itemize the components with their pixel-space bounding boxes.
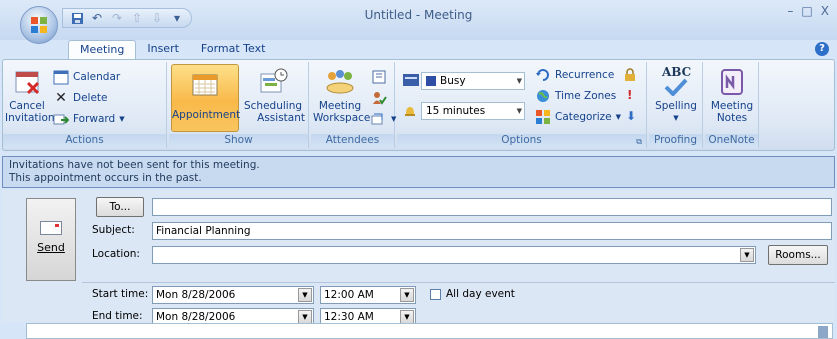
info-invitations-not-sent: Invitations have not been sent for this …	[9, 159, 260, 171]
end-time-dropdown-button[interactable]: ▼	[400, 310, 414, 324]
meeting-form: Send To... Subject: Financial Planning L…	[2, 190, 835, 326]
private-lock-icon[interactable]	[623, 68, 637, 82]
forward-button[interactable]: Forward ▼	[53, 110, 125, 128]
onenote-icon	[721, 69, 743, 95]
ribbon: Cancel Invitation Calendar ✕ Delete Forw…	[2, 59, 835, 151]
location-label: Location:	[92, 248, 140, 260]
location-field[interactable]: ▼	[152, 246, 756, 264]
maximize-button[interactable]: □	[801, 4, 812, 18]
info-occurs-in-past: This appointment occurs in the past.	[9, 172, 202, 184]
chevron-down-icon: ▼	[391, 115, 397, 123]
tab-format-text[interactable]: Format Text	[190, 40, 277, 60]
help-icon[interactable]: ?	[815, 42, 829, 56]
scheduling-assistant-icon	[260, 68, 288, 93]
group-options: Busy ▼ 15 minutes ▼ Recurrence Time Zone…	[397, 62, 647, 148]
meeting-body-editor[interactable]	[26, 323, 833, 339]
chevron-down-icon: ▼	[516, 107, 522, 115]
delete-button[interactable]: ✕ Delete	[53, 89, 107, 107]
location-dropdown-button[interactable]: ▼	[740, 248, 754, 262]
end-date-dropdown-button[interactable]: ▼	[298, 310, 312, 324]
envelope-icon	[40, 221, 62, 235]
recurrence-button[interactable]: Recurrence	[535, 66, 614, 84]
spelling-button[interactable]: ABC Spelling ▼	[651, 66, 701, 124]
group-label-show: Show	[169, 134, 308, 148]
reminder-bell-icon	[405, 107, 415, 116]
close-button[interactable]: X	[821, 4, 829, 18]
check-names-icon	[373, 92, 387, 105]
appointment-button[interactable]: Appointment	[171, 64, 240, 132]
to-button[interactable]: To...	[96, 197, 144, 217]
group-proofing: ABC Spelling ▼ Proofing	[649, 62, 703, 148]
group-label-options: Options	[397, 134, 646, 148]
subject-field[interactable]: Financial Planning	[152, 222, 832, 240]
forward-icon	[53, 114, 69, 125]
time-zones-button[interactable]: Time Zones	[535, 87, 616, 105]
group-label-proofing: Proofing	[649, 134, 702, 148]
group-label-attendees: Attendees	[311, 134, 394, 148]
form-separator	[82, 282, 835, 283]
meeting-notes-button[interactable]: Meeting Notes	[707, 66, 757, 124]
cancel-invitation-button[interactable]: Cancel Invitation	[5, 66, 55, 124]
group-attendees: Meeting Workspace ▼ Attendees	[311, 62, 396, 148]
response-options-button[interactable]: ▼	[371, 110, 396, 128]
window-controls: – □ X	[787, 4, 829, 18]
group-actions: Cancel Invitation Calendar ✕ Delete Forw…	[3, 62, 167, 148]
all-day-event-checkbox[interactable]	[430, 289, 441, 300]
start-date-field[interactable]: Mon 8/28/2006 ▼	[152, 286, 314, 304]
show-as-select[interactable]: Busy ▼	[421, 72, 525, 90]
show-as-icon	[403, 74, 419, 86]
calendar-icon	[53, 70, 69, 85]
tab-meeting[interactable]: Meeting	[68, 40, 137, 60]
appointment-icon	[192, 74, 218, 96]
subject-label: Subject:	[92, 224, 135, 236]
group-label-onenote: OneNote	[705, 134, 758, 148]
end-time-label: End time:	[92, 310, 143, 322]
meeting-workspace-icon	[326, 70, 354, 94]
info-bar: Invitations have not been sent for this …	[2, 156, 835, 188]
categorize-button[interactable]: Categorize ▼	[535, 108, 621, 126]
reminder-select[interactable]: 15 minutes ▼	[421, 102, 525, 120]
check-names-button[interactable]	[371, 89, 387, 107]
spelling-icon: ABC	[660, 66, 692, 98]
chevron-down-icon: ▼	[119, 115, 125, 123]
high-importance-icon[interactable]: !	[627, 88, 632, 102]
group-show: Appointment Scheduling Assistant Show	[169, 62, 309, 148]
group-onenote: Meeting Notes OneNote	[705, 62, 759, 148]
window-title: Untitled - Meeting	[364, 8, 473, 22]
meeting-window: ↶ ↷ ⇧ ⇩ ▾ Untitled - Meeting – □ X Meeti…	[0, 0, 837, 339]
scroll-icon[interactable]	[818, 326, 828, 338]
title-bar: ↶ ↷ ⇧ ⇩ ▾ Untitled - Meeting – □ X	[0, 0, 837, 44]
low-importance-icon[interactable]: ⬇	[626, 109, 636, 123]
cancel-invitation-icon	[15, 71, 40, 95]
categorize-icon	[536, 110, 550, 124]
send-button[interactable]: Send	[26, 198, 76, 281]
globe-icon	[537, 90, 549, 102]
options-dialog-launcher-icon[interactable]: ⧉	[636, 137, 642, 147]
start-date-dropdown-button[interactable]: ▼	[298, 288, 312, 302]
to-field[interactable]	[152, 198, 832, 216]
chevron-down-icon: ▼	[673, 114, 679, 122]
response-options-icon	[371, 113, 383, 125]
all-day-event-label: All day event	[446, 288, 515, 300]
delete-icon: ✕	[55, 90, 67, 106]
minimize-button[interactable]: –	[787, 4, 793, 18]
address-book-icon	[372, 70, 386, 84]
group-label-actions: Actions	[3, 134, 166, 148]
scheduling-assistant-button[interactable]: Scheduling Assistant	[241, 66, 305, 124]
recurrence-icon	[536, 69, 549, 81]
rooms-button[interactable]: Rooms...	[768, 245, 828, 265]
address-book-button[interactable]	[371, 68, 387, 86]
tab-insert[interactable]: Insert	[136, 40, 190, 60]
start-time-field[interactable]: 12:00 AM ▼	[320, 286, 416, 304]
start-time-label: Start time:	[92, 288, 149, 300]
meeting-workspace-button[interactable]: Meeting Workspace	[313, 66, 370, 124]
start-time-dropdown-button[interactable]: ▼	[400, 288, 414, 302]
chevron-down-icon: ▼	[516, 77, 522, 85]
calendar-button[interactable]: Calendar	[53, 68, 120, 86]
chevron-down-icon: ▼	[615, 113, 622, 121]
ribbon-tabs: Meeting Insert Format Text	[68, 40, 276, 60]
busy-color-swatch	[426, 76, 436, 86]
